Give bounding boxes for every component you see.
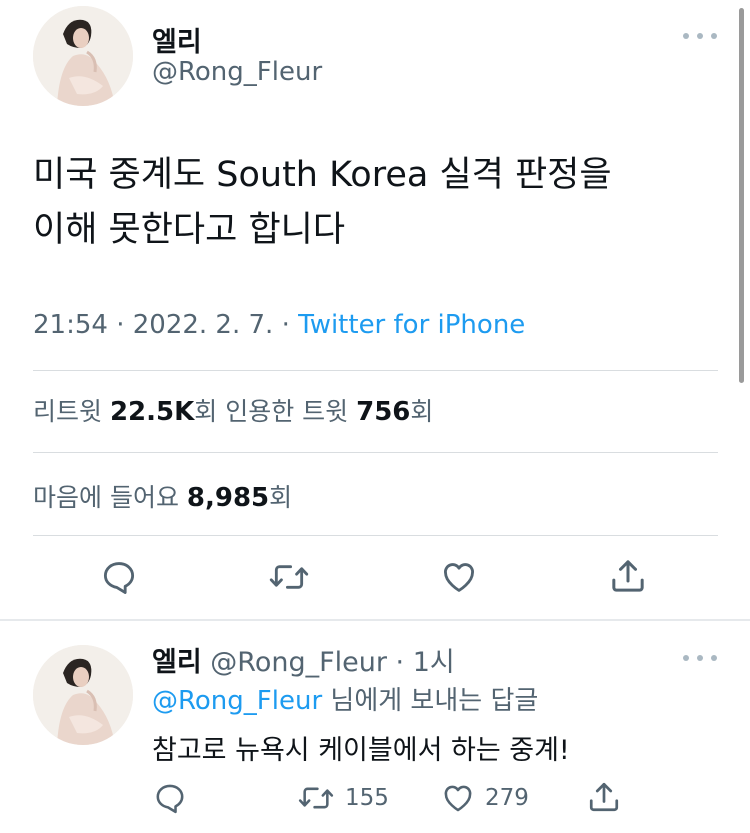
more-dots-icon[interactable] bbox=[683, 651, 717, 665]
reply-like-button[interactable]: 279 bbox=[441, 781, 529, 815]
likes-count[interactable]: 8,985 bbox=[187, 483, 269, 513]
heart-icon bbox=[444, 563, 474, 592]
heart-icon bbox=[444, 785, 472, 812]
reply-button[interactable] bbox=[100, 558, 138, 596]
display-name[interactable]: 엘리 bbox=[152, 20, 202, 59]
like-count: 279 bbox=[485, 785, 529, 811]
retweets-unit: 회 bbox=[194, 397, 218, 426]
meta-separator: · bbox=[107, 310, 133, 340]
retweet-button[interactable] bbox=[268, 558, 310, 596]
avatar-photo bbox=[33, 645, 133, 745]
replying-to: @Rong_Fleur 님에게 보내는 답글 bbox=[152, 680, 538, 717]
scrollbar[interactable] bbox=[739, 8, 744, 383]
retweets-label: 리트윗 bbox=[33, 397, 110, 426]
quotes-unit: 회 bbox=[410, 397, 434, 426]
comment-icon bbox=[103, 562, 135, 594]
user-handle[interactable]: @Rong_Fleur bbox=[152, 57, 322, 87]
reply-header: 엘리 @Rong_Fleur · 1시 bbox=[152, 640, 455, 679]
share-button[interactable] bbox=[608, 556, 648, 596]
divider bbox=[33, 535, 718, 536]
reply-reply-button[interactable] bbox=[153, 781, 187, 815]
like-button[interactable] bbox=[440, 558, 478, 596]
more-dots-icon[interactable] bbox=[683, 29, 717, 43]
avatar[interactable] bbox=[33, 6, 133, 106]
likes-stats: 마음에 들어요 8,985회 bbox=[33, 478, 292, 514]
share-icon bbox=[589, 782, 619, 812]
tweet-date[interactable]: 2022. 2. 7. bbox=[133, 310, 274, 340]
comment-icon bbox=[156, 784, 184, 814]
reply-retweet-button[interactable]: 155 bbox=[297, 781, 389, 815]
retweet-quote-stats: 리트윗 22.5K회 인용한 트윗 756회 bbox=[33, 392, 433, 428]
retweet-count: 155 bbox=[345, 785, 389, 811]
tweet-source-link[interactable]: Twitter for iPhone bbox=[298, 310, 525, 340]
avatar[interactable] bbox=[33, 645, 133, 745]
tweet-time[interactable]: 21:54 bbox=[33, 310, 108, 340]
quotes-label: 인용한 트윗 bbox=[217, 397, 357, 426]
likes-unit: 회 bbox=[269, 483, 293, 512]
retweets-count[interactable]: 22.5K bbox=[110, 397, 194, 427]
retweet-icon bbox=[298, 787, 334, 809]
reply-handle[interactable]: @Rong_Fleur bbox=[202, 647, 387, 678]
divider bbox=[33, 370, 718, 371]
reply-text: 참고로 뉴욕시 케이블에서 하는 중계! bbox=[152, 735, 570, 766]
likes-label: 마음에 들어요 bbox=[33, 483, 187, 512]
retweet-icon bbox=[269, 565, 309, 589]
meta-separator: · bbox=[273, 310, 299, 340]
reply-display-name[interactable]: 엘리 bbox=[152, 647, 202, 678]
tweet-detail-page: 엘리 @Rong_Fleur 미국 중계도 South Korea 실격 판정을… bbox=[0, 0, 750, 833]
divider bbox=[33, 452, 718, 453]
tweet-text: 미국 중계도 South Korea 실격 판정을 이해 못한다고 합니다 bbox=[33, 155, 612, 250]
reply-time[interactable]: · 1시 bbox=[387, 647, 455, 678]
replying-to-suffix: 님에게 보내는 답글 bbox=[322, 686, 539, 716]
share-icon bbox=[612, 560, 644, 592]
reply-mention-link[interactable]: @Rong_Fleur bbox=[152, 686, 322, 716]
avatar-photo bbox=[33, 6, 133, 106]
quotes-count[interactable]: 756 bbox=[356, 397, 410, 427]
tweet-metadata: 21:54 · 2022. 2. 7. · Twitter for iPhone bbox=[33, 310, 525, 340]
section-divider bbox=[0, 619, 750, 621]
reply-share-button[interactable] bbox=[586, 779, 622, 815]
